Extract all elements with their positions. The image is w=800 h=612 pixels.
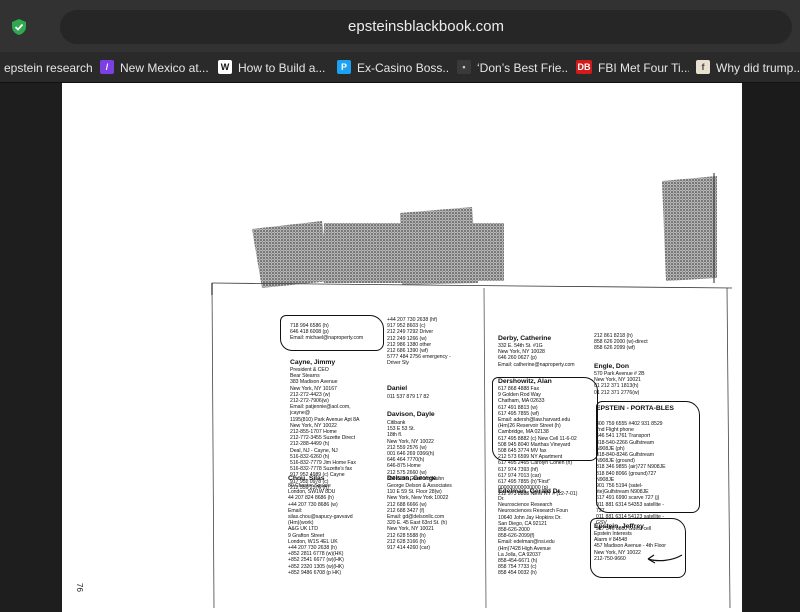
entry-lines: 617 868 4888 Fax 9 Golden Rod Way Chatha…	[498, 386, 578, 498]
site-logo-icon: •	[457, 59, 471, 74]
entry-name: Engle, Don	[594, 363, 629, 370]
entry-name: Chou, Silas	[288, 475, 325, 482]
entry-name: Epstein, Jeffrey	[594, 523, 644, 530]
right-margin	[743, 83, 800, 612]
handdrawn-arrow-icon	[647, 554, 683, 564]
entry-lines: President & CEO Bear Stearns 383 Madison…	[290, 367, 360, 491]
slash-logo-icon: /	[100, 59, 114, 74]
bookmarks-bar: epstein research / New Mexico at... W How …	[0, 52, 800, 83]
bookmark-label: FBI Met Four Ti...	[598, 60, 689, 75]
entry-name: Davison, Dayle	[387, 411, 435, 418]
bookmark-label: Ex-Casino Boss...	[357, 60, 450, 75]
bookmark-why-did-trump[interactable]: f Why did trump...	[696, 52, 800, 82]
address-bar-area: epsteinsblackbook.com	[0, 0, 800, 52]
entry-lines: +44 207 730 2638 (hf) 917 952 8603 (c) 2…	[387, 317, 451, 367]
page-number: 76	[75, 583, 84, 592]
f-logo-icon: f	[696, 59, 710, 74]
entry-lines: 80 Chester Square London, SW1W 8DU 44 20…	[288, 483, 353, 576]
entry-lines: 800 759 6555 #402 931 8529 2nd Flight ph…	[596, 421, 666, 533]
bookmark-dons-best-friend[interactable]: • ‘Don’s Best Frie...	[457, 52, 569, 82]
entry-lines: 011 537 879 17 82	[387, 394, 430, 400]
bookmark-label: New Mexico at...	[120, 60, 209, 75]
p-logo-icon: P	[337, 59, 351, 74]
bookmark-ex-casino-boss[interactable]: P Ex-Casino Boss...	[337, 52, 450, 82]
bookmark-how-to-build[interactable]: W How to Build a...	[218, 52, 330, 82]
bookmark-epstein-research[interactable]: epstein research	[4, 52, 94, 82]
entry-name: Derby, Catherine	[498, 335, 552, 342]
entry-name: EPSTEIN - PORTA-BLES	[596, 405, 674, 412]
entry-lines: 212 861 8218 (h) 858 626 2000 (w)-direct…	[594, 333, 648, 352]
secure-shield-icon[interactable]	[10, 18, 28, 36]
entry-name: Dershowitz, Alan	[498, 378, 552, 385]
url-text[interactable]: epsteinsblackbook.com	[60, 10, 792, 44]
bookmark-new-mexico[interactable]: / New Mexico at...	[100, 52, 210, 82]
bookmark-label: Why did trump...	[716, 60, 800, 75]
entry-lines: 718 994 6586 (h) 646 418 6008 (p) Email:…	[290, 323, 364, 342]
entry-lines: Citibank 153 E 53 St. 18th fl. New York,…	[387, 420, 445, 482]
entry-lines: Dr. Neuroscience Research Neurosciences …	[498, 496, 568, 577]
entry-name: Edelman, Gerald Dr.	[498, 488, 562, 495]
w-logo-icon: W	[218, 59, 232, 74]
bookmark-label: How to Build a...	[238, 60, 326, 75]
db-logo-icon: DB	[576, 59, 592, 74]
bookmark-fbi-met-four[interactable]: DB FBI Met Four Ti...	[576, 52, 689, 82]
entry-lines: George Delson & Associates 110 E 59 St. …	[387, 483, 452, 552]
entry-lines: 570 Park Avenue # 2B New York, NY 10021 …	[594, 371, 645, 396]
page-viewport[interactable]: 76 718 994 6586 (h) 646 418 6008 (p) Ema…	[0, 83, 800, 612]
entry-lines: 332 E. 54th St. #1G New York, NY 10028 6…	[498, 343, 575, 368]
bookmark-label: epstein research	[4, 60, 93, 75]
bookmark-label: ‘Don’s Best Frie...	[477, 60, 569, 75]
scanned-address-book-page: 76 718 994 6586 (h) 646 418 6008 (p) Ema…	[62, 83, 742, 612]
omnibox[interactable]: epsteinsblackbook.com	[60, 10, 792, 44]
entry-name: Delson, George	[387, 475, 437, 482]
entry-name: Cayne, Jimmy	[290, 359, 336, 366]
entry-name: Daniel	[387, 385, 408, 392]
